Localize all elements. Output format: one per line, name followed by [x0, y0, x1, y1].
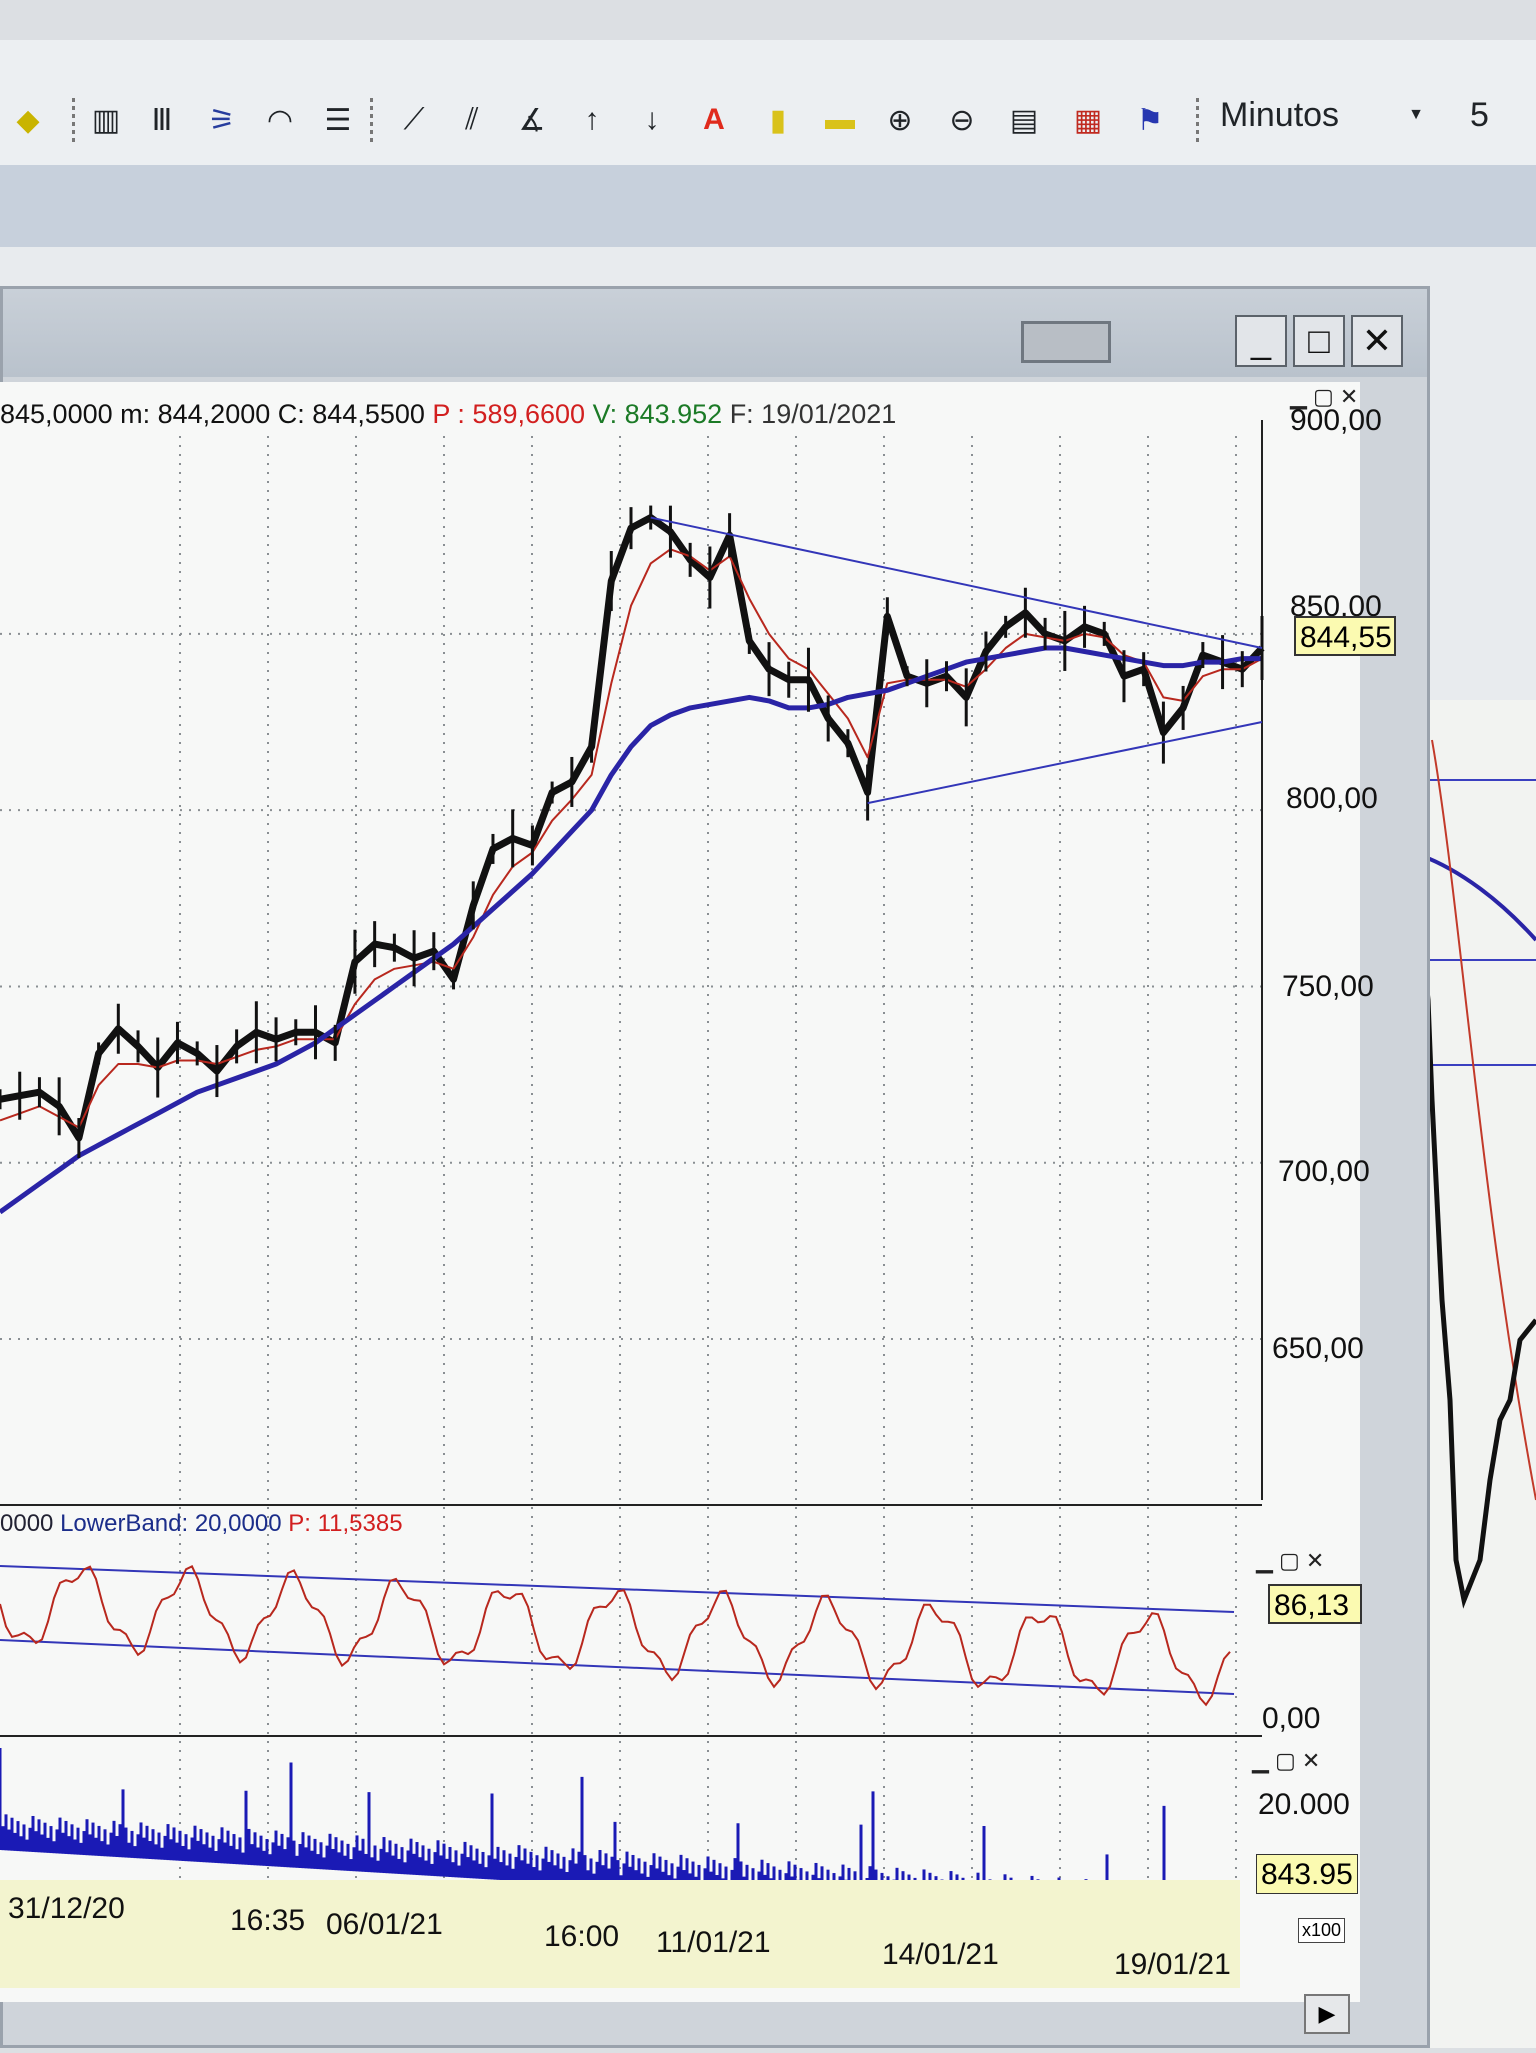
date-label: 16:00 — [544, 1920, 620, 1953]
oscillator-pane-controls[interactable]: ▁ ▢ ✕ — [1256, 1548, 1324, 1574]
info-volume: V: 843.952 — [592, 399, 723, 429]
date-label: 11/01/21 — [656, 1926, 771, 1959]
date-label: 06/01/21 — [326, 1908, 443, 1941]
info-close: C: 844,5500 — [277, 399, 425, 429]
osc-p: P: 11,5385 — [288, 1510, 403, 1537]
osc-lower-band — [0, 1639, 1235, 1695]
price-axis-label: 750,00 — [1282, 970, 1374, 1003]
info-p: P : 589,6600 — [432, 399, 586, 429]
info-min: m: 844,2000 — [120, 399, 271, 429]
series-line-2 — [0, 645, 1262, 1215]
ohlc-info-line: 845,0000 m: 844,2000 C: 844,5500 P : 589… — [0, 392, 1300, 436]
scroll-right-button[interactable]: ▶ — [1304, 1994, 1350, 2034]
chevron-right-icon: ▶ — [1318, 2001, 1336, 2026]
volume-pane-controls[interactable]: ▁ ▢ ✕ — [1252, 1748, 1320, 1774]
volume-top-label: 20.000 — [1258, 1788, 1350, 1821]
info-date: F: 19/01/2021 — [729, 399, 897, 429]
oscillator-value-badge: 86,13 — [1268, 1584, 1362, 1624]
osc-prefix: 0000 — [0, 1510, 54, 1537]
info-prefix: 845,0000 — [0, 399, 113, 429]
volume-multiplier: x100 — [1298, 1918, 1346, 1943]
osc-lowerband: LowerBand: 20,0000 — [60, 1510, 282, 1537]
oscillator-info-line: 0000 LowerBand: 20,0000 P: 11,5385 — [0, 1510, 403, 1538]
oscillator-line — [0, 1565, 1231, 1707]
date-label: 16:35 — [230, 1904, 306, 1937]
series-line-0 — [0, 514, 1265, 1142]
price-axis-label: 900,00 — [1290, 404, 1382, 437]
oscillator-pane — [0, 1565, 1235, 1707]
current-price-badge: 844,55 — [1294, 616, 1396, 656]
oscillator-zero-label: 0,00 — [1262, 1702, 1321, 1735]
date-axis — [0, 1880, 1240, 1988]
price-axis-label: 700,00 — [1278, 1155, 1370, 1188]
trendline-lower — [867, 721, 1263, 805]
chart-svg — [0, 420, 1265, 1924]
price-axis-label: 800,00 — [1286, 782, 1378, 815]
date-label: 14/01/21 — [882, 1938, 999, 1971]
price-pane — [0, 505, 1265, 1215]
volume-value-badge: 843.95 — [1256, 1854, 1358, 1894]
date-label: 31/12/20 — [8, 1892, 125, 1925]
date-label: 19/01/21 — [1114, 1948, 1231, 1981]
price-axis-label: 650,00 — [1272, 1332, 1364, 1365]
